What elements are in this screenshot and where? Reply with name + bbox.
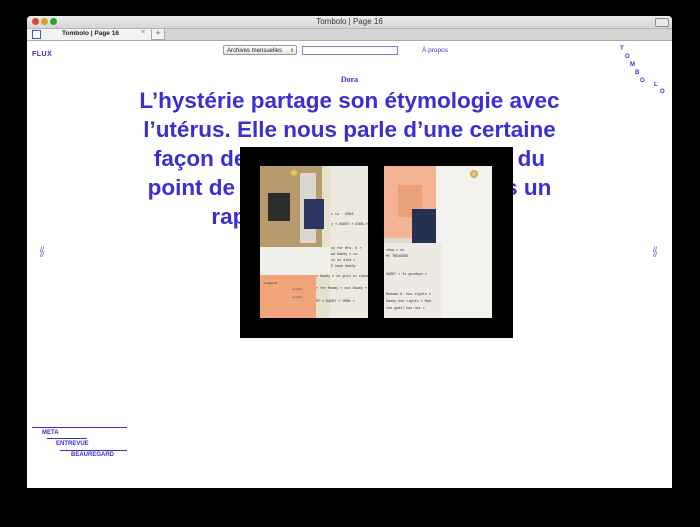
card-text: D'appelle — [264, 281, 278, 285]
pin-icon — [470, 170, 478, 178]
pin-icon — [290, 169, 298, 177]
logo-letter[interactable]: O — [625, 54, 630, 60]
card-text: ny for Mrs. K » — [331, 247, 362, 251]
meta-line — [32, 427, 127, 428]
author-name[interactable]: Dora — [27, 75, 672, 84]
card-text: DY » DADDY » DORA » — [316, 300, 355, 304]
window-title: Tombolo | Page 16 — [316, 17, 383, 26]
text-card — [330, 166, 368, 318]
white-card — [260, 247, 336, 275]
fullscreen-button[interactable] — [655, 18, 669, 27]
card-text: Madame K. has rights » — [386, 293, 431, 297]
next-arrow[interactable]: // // — [653, 247, 657, 259]
document-card — [436, 166, 492, 318]
portrait-photo — [268, 193, 290, 221]
beauregard-link[interactable]: BEAUREGARD — [71, 452, 114, 458]
card-text: is no dive » — [331, 259, 356, 263]
card-text: un rêve — [292, 287, 303, 291]
card-text: show » no — [386, 249, 405, 253]
card-text: s to · DORA — [331, 213, 354, 217]
tab-tombolo[interactable]: Tombolo | Page 16 × — [27, 29, 154, 40]
card-text: » for Mommy » not Daddy » — [316, 287, 367, 291]
new-tab-button[interactable]: + — [151, 29, 165, 40]
dark-photo — [304, 199, 324, 229]
search-input[interactable] — [302, 46, 398, 55]
browser-window: Tombolo | Page 16 Tombolo | Page 16 × + … — [27, 16, 672, 488]
tab-bar: Tombolo | Page 16 × + — [27, 29, 672, 41]
title-bar: Tombolo | Page 16 — [27, 16, 672, 29]
card-text: the gods? has has » — [386, 307, 425, 311]
card-text: D have Daddy — [331, 265, 356, 269]
card-text: MY TREASURE — [386, 255, 409, 259]
meta-line — [60, 450, 127, 451]
select-arrows-icon: ⇕ — [289, 48, 294, 54]
image-lightbox[interactable]: s to · DORA y » DADDY » DORA » ny for Mr… — [240, 147, 513, 338]
blue-photo — [412, 209, 436, 243]
card-text: Daddy has rights » Mad — [386, 300, 431, 304]
favicon-icon — [32, 30, 41, 39]
tab-label: Tombolo | Page 16 — [62, 30, 119, 37]
card-text: un rêve — [292, 295, 303, 299]
meta-link[interactable]: META — [42, 430, 59, 436]
logo-letter[interactable]: T — [620, 46, 624, 52]
card-text: y » DADDY » DORA » — [331, 223, 368, 227]
archive-select-label: Archives mensuelles — [227, 48, 283, 54]
archive-select[interactable]: Archives mensuelles ⇕ — [223, 45, 297, 55]
card-text: » Daddy » no gold to chase — [316, 275, 369, 279]
card-text: DADDY » Is goodbye » — [386, 273, 427, 277]
logo-letter[interactable]: M — [630, 62, 635, 68]
tab-close-icon[interactable]: × — [141, 29, 145, 36]
logo-letter[interactable]: O — [660, 89, 665, 95]
card-text: ad Daddy » no — [331, 253, 358, 257]
entrevue-link[interactable]: ENTREVUE — [56, 441, 89, 447]
meta-line — [47, 438, 87, 439]
flux-link[interactable]: FLUX — [32, 51, 52, 58]
prev-arrow[interactable]: // // — [40, 247, 44, 259]
apropos-link[interactable]: À propos — [422, 47, 448, 54]
